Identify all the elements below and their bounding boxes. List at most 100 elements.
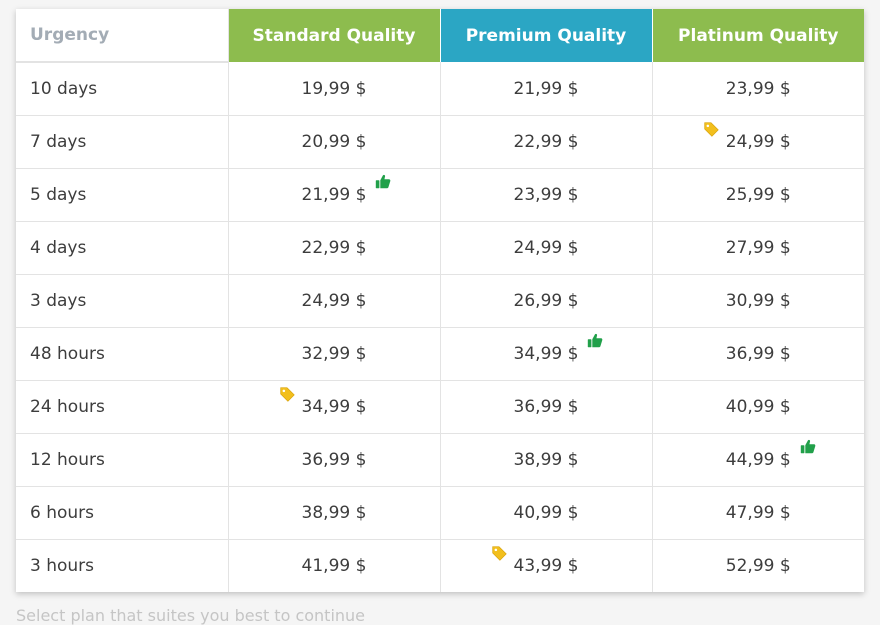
price-cell-box: 23,99 $: [726, 79, 791, 99]
table-row: 24 hours 34,99 $ 36,99 $ 40,99 $: [16, 380, 864, 434]
price-cell-standard[interactable]: 38,99 $: [228, 486, 441, 540]
price-cell-box: 44,99 $: [726, 439, 816, 470]
price-cell-box: 40,99 $: [514, 503, 579, 523]
price-tag-icon: [702, 120, 720, 138]
price-cell-box: 47,99 $: [726, 503, 791, 523]
price-value: 43,99 $: [513, 556, 579, 576]
price-cell-premium[interactable]: 34,99 $: [440, 327, 653, 381]
price-value: 22,99 $: [513, 132, 579, 152]
price-cell-box: 38,99 $: [514, 450, 579, 470]
price-cell-standard[interactable]: 36,99 $: [228, 433, 441, 487]
price-cell-platinum[interactable]: 24,99 $: [652, 115, 864, 169]
price-cell-premium[interactable]: 23,99 $: [440, 168, 653, 222]
price-cell-box: 38,99 $: [302, 503, 367, 523]
urgency-cell: 48 hours: [16, 327, 229, 381]
price-cell-premium[interactable]: 21,99 $: [440, 62, 653, 116]
price-value: 34,99 $: [301, 397, 367, 417]
price-cell-premium[interactable]: 40,99 $: [440, 486, 653, 540]
price-cell-standard[interactable]: 32,99 $: [228, 327, 441, 381]
price-value: 36,99 $: [301, 450, 367, 470]
price-cell-box: 25,99 $: [726, 185, 791, 205]
price-cell-platinum[interactable]: 52,99 $: [652, 540, 864, 593]
price-value: 36,99 $: [513, 397, 579, 417]
table-row: 5 days 21,99 $ 23,99 $ 25,99 $: [16, 168, 864, 222]
price-cell-box: 24,99 $: [302, 291, 367, 311]
price-cell-standard[interactable]: 21,99 $: [228, 168, 441, 222]
price-value: 36,99 $: [725, 344, 791, 364]
thumbs-up-icon: [374, 173, 392, 191]
price-value: 38,99 $: [513, 450, 579, 470]
urgency-cell: 6 hours: [16, 486, 229, 540]
price-cell-standard[interactable]: 34,99 $: [228, 380, 441, 434]
price-cell-standard[interactable]: 24,99 $: [228, 274, 441, 328]
price-value: 25,99 $: [725, 185, 791, 205]
price-cell-box: 36,99 $: [302, 450, 367, 470]
table-row: 6 hours 38,99 $ 40,99 $ 47,99 $: [16, 486, 864, 540]
price-cell-box: 24,99 $: [514, 238, 579, 258]
price-cell-platinum[interactable]: 40,99 $: [652, 380, 864, 434]
price-cell-platinum[interactable]: 47,99 $: [652, 486, 864, 540]
price-cell-platinum[interactable]: 23,99 $: [652, 62, 864, 116]
price-value: 30,99 $: [725, 291, 791, 311]
price-value: 21,99 $: [301, 185, 367, 205]
pricing-table: Urgency Standard Quality Premium Quality…: [16, 9, 864, 592]
price-cell-platinum[interactable]: 36,99 $: [652, 327, 864, 381]
price-value: 40,99 $: [513, 503, 579, 523]
urgency-cell: 7 days: [16, 115, 229, 169]
header-standard-quality[interactable]: Standard Quality: [228, 9, 441, 62]
price-value: 40,99 $: [725, 397, 791, 417]
price-cell-box: 27,99 $: [726, 238, 791, 258]
price-value: 24,99 $: [301, 291, 367, 311]
price-cell-box: 23,99 $: [514, 185, 579, 205]
price-cell-box: 43,99 $: [491, 546, 579, 576]
price-cell-platinum[interactable]: 44,99 $: [652, 433, 864, 487]
price-cell-box: 19,99 $: [302, 79, 367, 99]
price-cell-box: 26,99 $: [514, 291, 579, 311]
price-cell-box: 52,99 $: [726, 556, 791, 576]
price-value: 21,99 $: [513, 78, 579, 99]
price-cell-box: 22,99 $: [514, 132, 579, 152]
price-tag-icon: [278, 385, 296, 403]
price-value: 32,99 $: [301, 344, 367, 364]
price-value: 20,99 $: [301, 132, 367, 152]
urgency-cell: 12 hours: [16, 433, 229, 487]
price-value: 22,99 $: [301, 238, 367, 258]
price-cell-platinum[interactable]: 27,99 $: [652, 221, 864, 275]
price-cell-premium[interactable]: 26,99 $: [440, 274, 653, 328]
price-value: 19,99 $: [301, 78, 367, 99]
price-value: 47,99 $: [725, 503, 791, 523]
price-cell-premium[interactable]: 38,99 $: [440, 433, 653, 487]
price-value: 23,99 $: [725, 78, 791, 99]
price-cell-premium[interactable]: 24,99 $: [440, 221, 653, 275]
header-premium-quality[interactable]: Premium Quality: [440, 9, 653, 62]
price-cell-standard[interactable]: 22,99 $: [228, 221, 441, 275]
price-cell-standard[interactable]: 20,99 $: [228, 115, 441, 169]
price-cell-box: 36,99 $: [726, 344, 791, 364]
header-urgency: Urgency: [16, 9, 229, 63]
table-row: 3 days 24,99 $ 26,99 $ 30,99 $: [16, 274, 864, 328]
price-cell-platinum[interactable]: 30,99 $: [652, 274, 864, 328]
price-cell-standard[interactable]: 41,99 $: [228, 539, 441, 592]
table-header-row: Urgency Standard Quality Premium Quality…: [16, 9, 864, 63]
pricing-table-container: Urgency Standard Quality Premium Quality…: [16, 9, 864, 592]
price-tag-icon: [490, 544, 508, 562]
price-cell-premium[interactable]: 36,99 $: [440, 380, 653, 434]
price-cell-platinum[interactable]: 25,99 $: [652, 168, 864, 222]
price-value: 52,99 $: [725, 556, 791, 576]
table-row: 4 days 22,99 $ 24,99 $ 27,99 $: [16, 221, 864, 275]
table-row: 7 days 20,99 $ 22,99 $ 24,99 $: [16, 115, 864, 169]
urgency-cell: 3 hours: [16, 539, 229, 592]
price-cell-box: 20,99 $: [302, 132, 367, 152]
price-cell-premium[interactable]: 43,99 $: [440, 539, 653, 592]
price-cell-box: 40,99 $: [726, 397, 791, 417]
price-cell-box: 36,99 $: [514, 397, 579, 417]
price-value: 34,99 $: [513, 344, 579, 364]
header-platinum-quality[interactable]: Platinum Quality: [652, 9, 864, 62]
price-cell-premium[interactable]: 22,99 $: [440, 115, 653, 169]
thumbs-up-icon: [586, 332, 604, 350]
urgency-cell: 4 days: [16, 221, 229, 275]
price-value: 41,99 $: [301, 556, 367, 576]
price-cell-box: 21,99 $: [301, 174, 391, 205]
price-cell-box: 22,99 $: [302, 238, 367, 258]
price-cell-standard[interactable]: 19,99 $: [228, 62, 441, 116]
